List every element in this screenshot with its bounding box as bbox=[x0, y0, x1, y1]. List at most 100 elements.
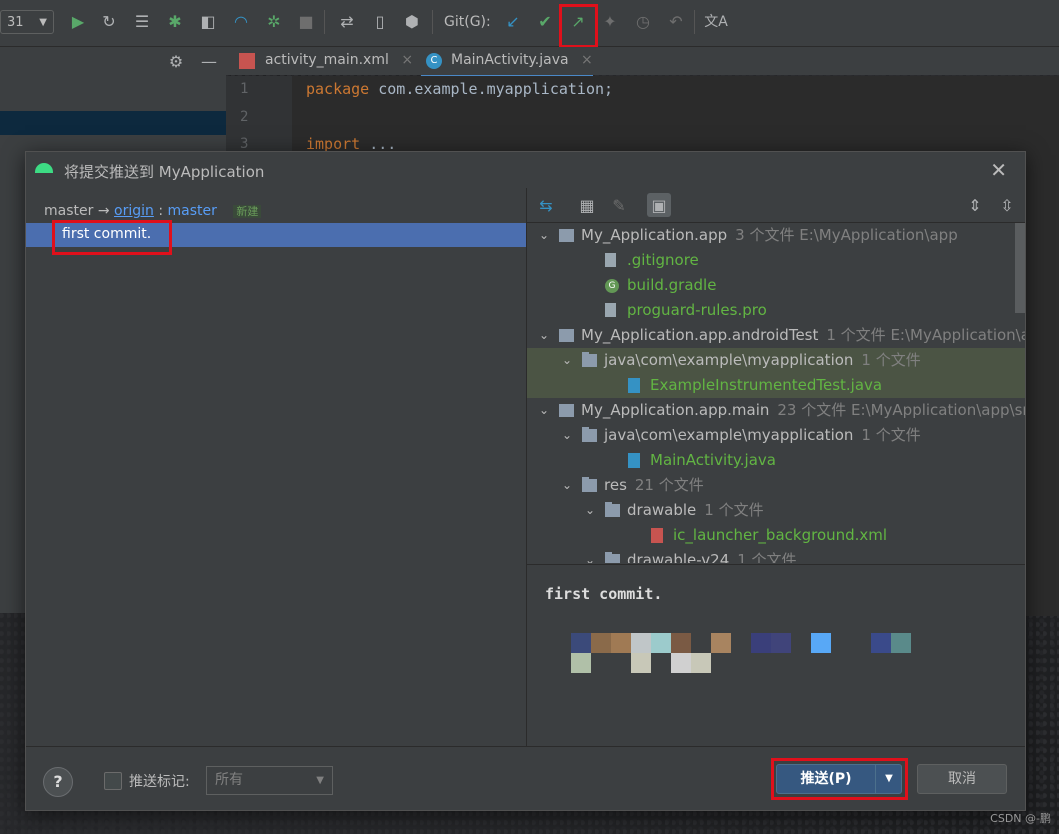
xml-file-icon bbox=[239, 53, 255, 69]
rollback-icon[interactable]: ↶ bbox=[664, 9, 688, 33]
preview-diff-icon[interactable]: ▣ bbox=[647, 193, 671, 217]
chevron-down-icon: ▼ bbox=[316, 775, 324, 786]
cancel-button[interactable]: 取消 bbox=[917, 764, 1007, 794]
tree-item-meta: 21 个文件 bbox=[634, 476, 704, 494]
coverage-icon[interactable]: ◧ bbox=[196, 9, 220, 33]
tags-select[interactable]: 所有 ▼ bbox=[206, 766, 333, 795]
expand-all-icon[interactable]: ⇕ bbox=[963, 193, 987, 217]
chevron-down-icon[interactable]: ⌄ bbox=[560, 473, 574, 498]
chevron-down-icon[interactable]: ⌄ bbox=[537, 323, 551, 348]
tree-folder-row[interactable]: ⌄ res 21 个文件 bbox=[527, 473, 1025, 498]
chevron-down-icon[interactable]: ⌄ bbox=[583, 498, 597, 523]
stop-icon[interactable]: ■ bbox=[294, 9, 318, 33]
tab-label: MainActivity.java bbox=[451, 52, 569, 68]
tree-item-label: drawable-v24 1 个文件 bbox=[627, 548, 797, 563]
project-selected-row[interactable] bbox=[0, 111, 226, 135]
module-icon bbox=[559, 329, 574, 342]
tree-item-name: res bbox=[604, 476, 627, 494]
code-line: package com.example.myapplication; bbox=[306, 80, 614, 98]
tree-file-row[interactable]: MainActivity.java bbox=[527, 448, 1025, 473]
tree-item-meta: 3 个文件 E:\MyApplication\app bbox=[735, 226, 958, 244]
git-fetch-icon[interactable]: ✦ bbox=[598, 9, 622, 33]
tree-item-meta: 1 个文件 bbox=[861, 426, 921, 444]
tree-file-row[interactable]: .gitignore bbox=[527, 248, 1025, 273]
translate-icon[interactable]: 文A bbox=[704, 9, 728, 33]
close-icon[interactable]: ✕ bbox=[990, 158, 1007, 182]
close-icon[interactable]: × bbox=[581, 52, 593, 68]
apply-changes-icon[interactable]: ↻ bbox=[97, 9, 121, 33]
toolbar-separator bbox=[324, 10, 325, 34]
local-branch: master bbox=[44, 203, 94, 219]
tree-item-meta: 1 个文件 bbox=[861, 351, 921, 369]
tree-folder-row[interactable]: ⌄ drawable-v24 1 个文件 bbox=[527, 548, 1025, 563]
tree-folder-row[interactable]: ⌄ java\com\example\myapplication 1 个文件 bbox=[527, 348, 1025, 373]
edit-source-icon[interactable]: ✎ bbox=[607, 193, 631, 217]
push-tags-checkbox[interactable] bbox=[104, 772, 122, 790]
chevron-down-icon[interactable]: ⌄ bbox=[560, 348, 574, 373]
xml-icon bbox=[651, 528, 663, 543]
class-icon: C bbox=[426, 53, 442, 69]
chevron-down-icon[interactable]: ⌄ bbox=[537, 398, 551, 423]
tree-item-label: MainActivity.java bbox=[650, 448, 776, 473]
apply-code-changes-icon[interactable]: ☰ bbox=[130, 9, 154, 33]
device-manager-icon[interactable]: ▯ bbox=[368, 9, 392, 33]
tree-item-label: res 21 个文件 bbox=[604, 473, 704, 498]
profile-icon[interactable]: ◠ bbox=[229, 9, 253, 33]
sdk-manager-icon[interactable]: ⬢ bbox=[400, 9, 424, 33]
tree-file-row[interactable]: ExampleInstrumentedTest.java bbox=[527, 373, 1025, 398]
sync-gradle-icon[interactable]: ⇄ bbox=[335, 9, 359, 33]
remote-link[interactable]: origin bbox=[114, 203, 154, 219]
gear-icon[interactable]: ⚙ bbox=[164, 49, 188, 73]
java-icon bbox=[628, 378, 640, 393]
tree-file-row[interactable]: ic_launcher_background.xml bbox=[527, 523, 1025, 548]
git-commit-icon[interactable]: ✔ bbox=[533, 9, 557, 33]
main-toolbar: 31 ▼ ▶ ↻ ☰ ✱ ◧ ◠ ✲ ■ ⇄ ▯ ⬢ Git(G): ↙ ✔ ↗ … bbox=[0, 0, 1059, 48]
collapse-all-icon[interactable]: ⇳ bbox=[995, 193, 1019, 217]
config-selector[interactable]: 31 ▼ bbox=[0, 10, 54, 34]
chevron-down-icon[interactable]: ⌄ bbox=[583, 548, 597, 563]
remote-branch[interactable]: master bbox=[168, 203, 217, 219]
tree-item-label: java\com\example\myapplication 1 个文件 bbox=[604, 423, 921, 448]
tree-item-meta: 1 个文件 bbox=[704, 501, 764, 519]
show-diff-icon[interactable]: ⇆ bbox=[534, 193, 558, 217]
history-icon[interactable]: ◷ bbox=[631, 9, 655, 33]
file-icon bbox=[605, 253, 616, 267]
blurred-author-info bbox=[551, 633, 931, 681]
tree-item-name: java\com\example\myapplication bbox=[604, 351, 854, 369]
attach-debugger-icon[interactable]: ✲ bbox=[262, 9, 286, 33]
tree-module-row[interactable]: ⌄ My_Application.app.androidTest 1 个文件 E:\… bbox=[527, 323, 1025, 348]
branch-separator: : bbox=[158, 203, 164, 219]
java-icon bbox=[628, 453, 640, 468]
folder-icon bbox=[582, 477, 597, 492]
line-number: 2 bbox=[240, 109, 249, 125]
tree-item-label: ic_launcher_background.xml bbox=[673, 523, 887, 548]
tree-item-label: build.gradle bbox=[627, 273, 716, 298]
tree-file-row[interactable]: proguard-rules.pro bbox=[527, 298, 1025, 323]
debug-icon[interactable]: ✱ bbox=[163, 9, 187, 33]
line-number: 3 bbox=[240, 136, 249, 152]
group-by-icon[interactable]: ▦ bbox=[575, 193, 599, 217]
tree-item-label: My_Application.app 3 个文件 E:\MyApplication… bbox=[581, 223, 958, 248]
run-icon[interactable]: ▶ bbox=[66, 9, 90, 33]
vertical-scrollbar[interactable] bbox=[1015, 223, 1025, 313]
tab-main-activity-java[interactable]: C MainActivity.java × bbox=[421, 47, 593, 78]
close-icon[interactable]: × bbox=[401, 52, 413, 68]
chevron-down-icon[interactable]: ⌄ bbox=[537, 223, 551, 248]
push-tags-label: 推送标记: bbox=[129, 774, 190, 790]
tab-activity-main-xml[interactable]: activity_main.xml × bbox=[235, 47, 413, 75]
help-button[interactable]: ? bbox=[43, 767, 73, 797]
folder-icon bbox=[605, 552, 620, 563]
android-icon bbox=[35, 163, 53, 173]
tree-folder-row[interactable]: ⌄ drawable 1 个文件 bbox=[527, 498, 1025, 523]
pixelated-image bbox=[551, 633, 911, 673]
chevron-down-icon[interactable]: ⌄ bbox=[560, 423, 574, 448]
tree-module-row[interactable]: ⌄ My_Application.app.main 23 个文件 E:\MyAppl… bbox=[527, 398, 1025, 423]
tree-folder-row[interactable]: ⌄ java\com\example\myapplication 1 个文件 bbox=[527, 423, 1025, 448]
minimize-icon[interactable]: — bbox=[197, 49, 221, 73]
git-update-icon[interactable]: ↙ bbox=[501, 9, 525, 33]
editor-tab-bar: ⚙ — activity_main.xml × C MainActivity.j… bbox=[157, 47, 1059, 78]
tree-file-row[interactable]: Gbuild.gradle bbox=[527, 273, 1025, 298]
tree-module-row[interactable]: ⌄ My_Application.app 3 个文件 E:\MyApplicatio… bbox=[527, 223, 1025, 248]
tree-item-meta: 23 个文件 E:\MyApplication\app\sr bbox=[777, 401, 1025, 419]
tree-item-name: My_Application.app.main bbox=[581, 401, 770, 419]
